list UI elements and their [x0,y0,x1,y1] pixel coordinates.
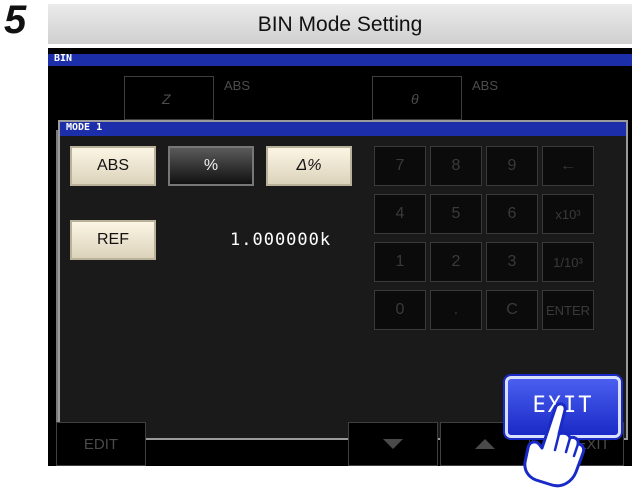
key-2: 2 [430,242,482,282]
key-5: 5 [430,194,482,234]
key-4: 4 [374,194,426,234]
step-number: 5 [4,0,27,42]
key-enter: ENTER [542,290,594,330]
dialog-title: MODE 1 [66,122,103,133]
triangle-down-icon [383,439,403,449]
pointing-hand-icon [523,402,586,488]
delta-percent-button[interactable]: Δ% [266,146,352,186]
param-mode-label: ABS [224,78,251,93]
abs-button-label: ABS [96,157,129,174]
title-bar: BIN Mode Setting [48,4,632,44]
param-mode-label: ABS [472,78,499,93]
ref-button-label: REF [97,231,129,248]
down-button [348,422,438,466]
key-8: 8 [430,146,482,186]
key-0: 0 [374,290,426,330]
key-dot: . [430,290,482,330]
key-x10-3: x10³ [542,194,594,234]
ref-value: 1.000000k [230,230,332,250]
page-title: BIN Mode Setting [257,13,423,36]
bin-label: BIN [54,53,73,64]
edit-button: EDIT [56,422,146,466]
param-button-theta: θ [372,76,462,120]
key-1-10-3: 1/10³ [542,242,594,282]
key-clear: C [486,290,538,330]
param-symbol: Z [162,91,171,107]
key-7: 7 [374,146,426,186]
abs-button[interactable]: ABS [70,146,156,186]
key-3: 3 [486,242,538,282]
param-button-z: Z [124,76,214,120]
percent-button[interactable]: % [168,146,254,186]
delta-percent-button-label: Δ% [296,157,322,174]
key-backspace: ← [542,146,594,186]
triangle-up-icon [475,439,495,449]
dialog-title-bar: MODE 1 [60,122,626,136]
percent-button-label: % [203,157,219,174]
param-symbol: θ [411,91,419,107]
key-6: 6 [486,194,538,234]
key-1: 1 [374,242,426,282]
bin-header-bar: BIN [48,53,632,66]
key-9: 9 [486,146,538,186]
ref-button[interactable]: REF [70,220,156,260]
